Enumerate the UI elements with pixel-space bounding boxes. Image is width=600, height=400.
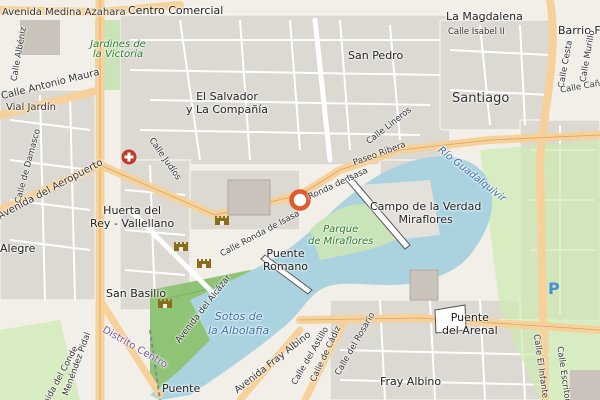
label-vial-jardin: Vial Jardín [6,102,56,113]
label-jardines-victoria: Jardines de la Victoria [90,39,146,60]
label-santiago: Santiago [452,91,510,106]
building-block [227,179,271,216]
label-la-magdalena: La Magdalena [446,10,523,23]
label-parque-miraflores: Parque de Miraflores [308,224,374,247]
label-puente: Puente [162,382,201,395]
label-puente-romano: Puente Romano [263,247,309,273]
label-sotos-albolafia: Sotos de la Albolafia [208,310,270,337]
label-el-salvador: El Salvador y La Compañía [186,90,268,117]
parking-icon[interactable]: P [548,281,560,297]
label-huerta-rey: Huerta del Rey - Vallellano [90,204,175,231]
map-canvas[interactable]: P Avenida Medina Azahara Centro Comercia… [0,0,600,400]
castle-icon[interactable] [196,255,212,269]
castle-icon[interactable] [173,238,189,252]
label-fray-albino: Fray Albino [380,375,442,388]
label-san-pedro: San Pedro [348,49,404,62]
label-campo-verdad: Campo de la Verdad Miraflores [370,200,482,227]
label-centro-comercial: Centro Comercial [128,4,224,17]
hospital-icon[interactable] [121,149,137,165]
castle-icon[interactable] [214,212,230,226]
label-avenida-medina-azahara: Avenida Medina Azahara [2,7,126,18]
label-san-basilio: San Basilio [106,287,167,300]
label-puente-arenal: Puente del Arenal [442,311,498,337]
label-alegre: Alegre [0,242,36,255]
label-calle-isabel-ii: Calle Isabel II [448,27,505,37]
